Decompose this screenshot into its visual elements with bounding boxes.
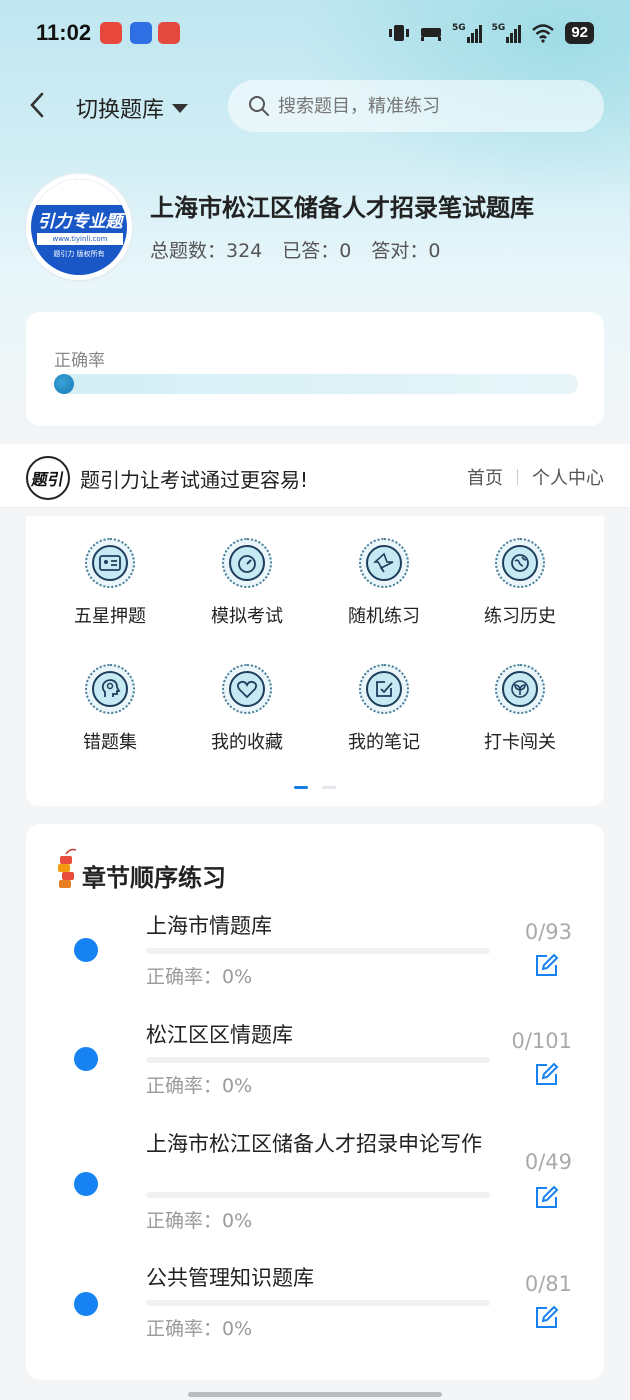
chapter-name: 上海市松江区储备人才招录申论写作 <box>146 1132 482 1156</box>
head-brain-icon <box>101 679 121 697</box>
brand-strip: 题引力 题引力让考试通过更容易! 首页 个人中心 <box>0 444 630 508</box>
chapter-section-title: 章节顺序练习 <box>82 864 226 892</box>
switch-bank-label: 切换题库 <box>76 98 165 123</box>
feature-label: 我的收藏 <box>211 732 283 753</box>
answered-count: 已答：0 <box>282 240 352 262</box>
total-questions: 总题数：324 <box>150 240 263 262</box>
chapter-count: 0/49 <box>524 1150 572 1174</box>
link-divider <box>517 469 518 485</box>
speedometer-icon <box>238 555 256 573</box>
globe-history-icon <box>511 554 529 572</box>
accuracy-progress-thumb <box>54 374 74 394</box>
chapter-count: 0/81 <box>524 1272 572 1296</box>
status-time: 11:02 <box>36 20 92 45</box>
chapter-bullet <box>74 1047 98 1071</box>
chapter-count: 0/93 <box>524 920 572 944</box>
page-dot <box>322 786 336 789</box>
bed-icon <box>421 28 441 41</box>
feature-checkin[interactable]: 打卡闯关 <box>460 664 580 754</box>
accuracy-progress-bar <box>54 374 578 394</box>
feature-random-practice[interactable]: 随机练习 <box>324 538 444 628</box>
brand-logo-text: 题引力 <box>28 470 66 498</box>
feature-label: 我的笔记 <box>348 732 420 753</box>
search-bar[interactable] <box>228 80 604 132</box>
app-notification-icon-1 <box>100 22 122 44</box>
feature-label: 练习历史 <box>484 606 556 627</box>
brand-logo: 题引力 <box>26 456 70 500</box>
accuracy-label: 正确率 <box>54 351 105 371</box>
bank-title: 上海市松江区储备人才招录笔试题库 <box>150 194 534 222</box>
chapter-progress-bar <box>146 1300 490 1306</box>
feature-mock-exam[interactable]: 模拟考试 <box>187 538 307 628</box>
chapter-accuracy: 正确率：0% <box>146 1075 253 1097</box>
bank-logo: 引力专业题 www.tiyinli.com 题引力 版权所有 <box>26 174 132 280</box>
feature-favorites[interactable]: 我的收藏 <box>187 664 307 754</box>
edit-icon[interactable] <box>534 1061 560 1087</box>
bank-stats: 总题数：324 已答：0 答对：0 <box>150 236 440 263</box>
wifi-icon <box>532 24 555 43</box>
feature-label: 随机练习 <box>348 606 420 627</box>
correct-count: 答对：0 <box>371 240 441 262</box>
edit-icon[interactable] <box>534 1304 560 1330</box>
bank-logo-url: www.tiyinli.com <box>37 233 123 245</box>
back-button[interactable] <box>28 90 52 124</box>
bank-logo-text: 引力专业题 <box>37 212 123 232</box>
feature-practice-history[interactable]: 练习历史 <box>460 538 580 628</box>
feature-five-star[interactable]: 五星押题 <box>50 538 170 628</box>
id-card-icon <box>99 555 121 571</box>
feature-notes[interactable]: 我的笔记 <box>324 664 444 754</box>
profile-link[interactable]: 个人中心 <box>532 464 604 490</box>
random-star-icon <box>373 552 394 573</box>
page-dot-active <box>294 786 308 789</box>
sprout-icon <box>511 680 529 698</box>
grid-page-indicator <box>294 786 336 789</box>
heart-icon <box>236 680 258 699</box>
edit-icon[interactable] <box>534 952 560 978</box>
switch-bank-dropdown[interactable]: 切换题库 <box>76 92 189 124</box>
caret-down-icon <box>172 103 189 113</box>
feature-label: 模拟考试 <box>211 606 283 627</box>
feature-grid: 五星押题 模拟考试 随机练习 练习历史 错题集 我的收藏 我的笔记 打卡闯关 <box>26 516 604 806</box>
chapter-name: 上海市情题库 <box>146 914 272 938</box>
chapter-progress-bar <box>146 948 490 954</box>
feature-label: 错题集 <box>83 732 137 753</box>
accuracy-card: 正确率 <box>26 312 604 426</box>
status-bar: 11:02 5G 5G 92 <box>0 0 630 68</box>
chapter-bullet <box>74 938 98 962</box>
chapter-practice-card: 章节顺序练习 上海市情题库 正确率：0% 0/93 松江区区情题库 正确率：0%… <box>26 824 604 1380</box>
feature-label: 打卡闯关 <box>484 732 556 753</box>
search-input[interactable] <box>278 95 578 117</box>
chapter-bullet <box>74 1292 98 1316</box>
search-icon <box>249 96 269 116</box>
bank-logo-footer: 题引力 版权所有 <box>53 250 105 258</box>
chapter-count: 0/101 <box>511 1029 572 1053</box>
home-indicator[interactable] <box>188 1392 442 1397</box>
chapter-accuracy: 正确率：0% <box>146 966 253 988</box>
brand-slogan: 题引力让考试通过更容易! <box>80 468 309 492</box>
chapter-accuracy: 正确率：0% <box>146 1318 253 1340</box>
network-label-1: 5G <box>452 23 466 33</box>
signal-5g-icon-1: 5G <box>452 23 482 43</box>
firecracker-icon <box>58 848 77 888</box>
edit-icon[interactable] <box>534 1184 560 1210</box>
vibrate-icon <box>389 25 409 41</box>
chapter-progress-bar <box>146 1057 490 1063</box>
chapter-name: 松江区区情题库 <box>146 1023 293 1047</box>
network-label-2: 5G <box>491 23 506 33</box>
home-link[interactable]: 首页 <box>467 464 503 490</box>
feature-wrong-questions[interactable]: 错题集 <box>50 664 170 754</box>
chapter-name: 公共管理知识题库 <box>146 1266 314 1290</box>
app-notification-icon-2 <box>130 22 152 44</box>
chapter-accuracy: 正确率：0% <box>146 1210 253 1232</box>
note-check-icon <box>376 681 393 697</box>
chevron-left-icon <box>30 92 44 118</box>
feature-label: 五星押题 <box>74 606 146 627</box>
battery-icon: 92 <box>565 22 594 44</box>
app-notification-icon-3 <box>158 22 180 44</box>
signal-5g-icon-2: 5G <box>492 23 522 43</box>
chapter-bullet <box>74 1172 98 1196</box>
chapter-progress-bar <box>146 1192 490 1198</box>
